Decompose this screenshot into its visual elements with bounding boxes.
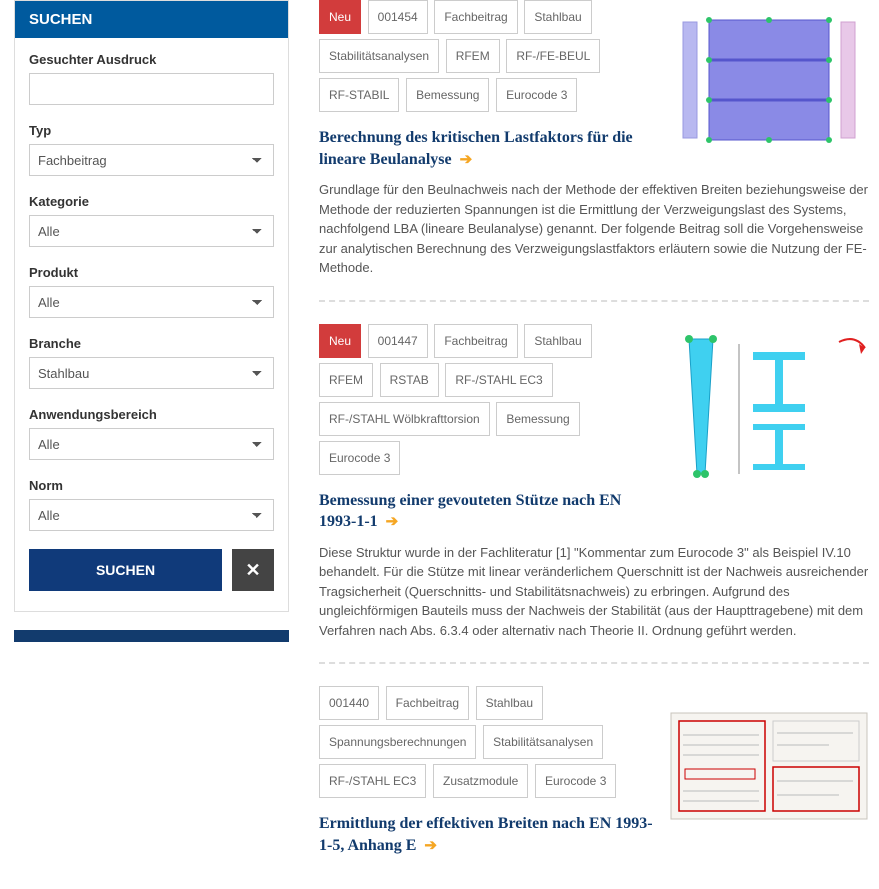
tag-neu[interactable]: Neu xyxy=(319,0,361,34)
result-thumbnail[interactable] xyxy=(669,324,869,484)
tag[interactable]: Stahlbau xyxy=(476,686,543,720)
result-title[interactable]: Berechnung des kritischen Lastfaktors fü… xyxy=(319,127,653,170)
category-select[interactable]: Alle xyxy=(29,215,274,247)
tag[interactable]: Eurocode 3 xyxy=(535,764,616,798)
tag[interactable]: RF-/STAHL Wölbkrafttorsion xyxy=(319,402,490,436)
tag[interactable]: Zusatzmodule xyxy=(433,764,528,798)
tag[interactable]: Fachbeitrag xyxy=(434,0,517,34)
result-title-text: Berechnung des kritischen Lastfaktors fü… xyxy=(319,129,633,168)
result-item: Neu 001447 Fachbeitrag Stahlbau RFEM RST… xyxy=(319,324,869,663)
result-thumbnail[interactable] xyxy=(669,0,869,160)
search-panel: SUCHEN Gesuchter Ausdruck Typ Fachbeitra… xyxy=(14,0,289,612)
tag[interactable]: RF-/STAHL EC3 xyxy=(319,764,426,798)
close-icon: ✕ xyxy=(245,560,260,580)
arrow-right-icon: ➔ xyxy=(424,838,437,854)
divider xyxy=(319,662,869,664)
type-select[interactable]: Fachbeitrag xyxy=(29,144,274,176)
reset-button[interactable]: ✕ xyxy=(232,549,274,591)
tag-list: Neu 001447 Fachbeitrag Stahlbau RFEM RST… xyxy=(319,324,653,480)
results-list: Neu 001454 Fachbeitrag Stahlbau Stabilit… xyxy=(299,0,879,889)
tag[interactable]: 001447 xyxy=(368,324,428,358)
tag[interactable]: RFEM xyxy=(446,39,500,73)
tag[interactable]: Bemessung xyxy=(406,78,489,112)
arrow-right-icon: ➔ xyxy=(460,152,473,168)
tag[interactable]: Fachbeitrag xyxy=(386,686,469,720)
tag[interactable]: Stabilitätsanalysen xyxy=(319,39,439,73)
tag[interactable]: Eurocode 3 xyxy=(319,441,400,475)
industry-select[interactable]: Stahlbau xyxy=(29,357,274,389)
tag[interactable]: Stahlbau xyxy=(524,0,591,34)
expression-input[interactable] xyxy=(29,73,274,105)
norm-label: Norm xyxy=(29,478,274,493)
result-description: Grundlage für den Beulnachweis nach der … xyxy=(319,180,869,278)
result-title[interactable]: Bemessung einer gevouteten Stütze nach E… xyxy=(319,490,653,533)
tag[interactable]: RF-/STAHL EC3 xyxy=(445,363,552,397)
tag[interactable]: Fachbeitrag xyxy=(434,324,517,358)
product-label: Produkt xyxy=(29,265,274,280)
tag[interactable]: RFEM xyxy=(319,363,373,397)
search-button[interactable]: SUCHEN xyxy=(29,549,222,591)
tag-list: 001440 Fachbeitrag Stahlbau Spannungsber… xyxy=(319,686,653,803)
result-title-text: Bemessung einer gevouteten Stütze nach E… xyxy=(319,492,621,531)
result-title[interactable]: Ermittlung der effektiven Breiten nach E… xyxy=(319,813,653,856)
result-item: 001440 Fachbeitrag Stahlbau Spannungsber… xyxy=(319,686,869,888)
divider xyxy=(319,300,869,302)
scope-label: Anwendungsbereich xyxy=(29,407,274,422)
tag[interactable]: 001440 xyxy=(319,686,379,720)
search-panel-header: SUCHEN xyxy=(15,1,288,38)
scope-select[interactable]: Alle xyxy=(29,428,274,460)
tag-list: Neu 001454 Fachbeitrag Stahlbau Stabilit… xyxy=(319,0,653,117)
footer-bar xyxy=(14,630,289,642)
result-thumbnail[interactable] xyxy=(669,686,869,846)
result-description: Diese Struktur wurde in der Fachliteratu… xyxy=(319,543,869,641)
tag[interactable]: Stabilitätsanalysen xyxy=(483,725,603,759)
product-select[interactable]: Alle xyxy=(29,286,274,318)
tag[interactable]: Bemessung xyxy=(496,402,579,436)
type-label: Typ xyxy=(29,123,274,138)
industry-label: Branche xyxy=(29,336,274,351)
tag[interactable]: RSTAB xyxy=(380,363,439,397)
tag[interactable]: Spannungsberechnungen xyxy=(319,725,476,759)
tag[interactable]: 001454 xyxy=(368,0,428,34)
tag[interactable]: Stahlbau xyxy=(524,324,591,358)
arrow-right-icon: ➔ xyxy=(386,514,399,530)
tag[interactable]: RF-STABIL xyxy=(319,78,399,112)
tag-neu[interactable]: Neu xyxy=(319,324,361,358)
result-item: Neu 001454 Fachbeitrag Stahlbau Stabilit… xyxy=(319,0,869,300)
result-title-text: Ermittlung der effektiven Breiten nach E… xyxy=(319,815,653,854)
expression-label: Gesuchter Ausdruck xyxy=(29,52,274,67)
tag[interactable]: Eurocode 3 xyxy=(496,78,577,112)
norm-select[interactable]: Alle xyxy=(29,499,274,531)
tag[interactable]: RF-/FE-BEUL xyxy=(506,39,600,73)
category-label: Kategorie xyxy=(29,194,274,209)
